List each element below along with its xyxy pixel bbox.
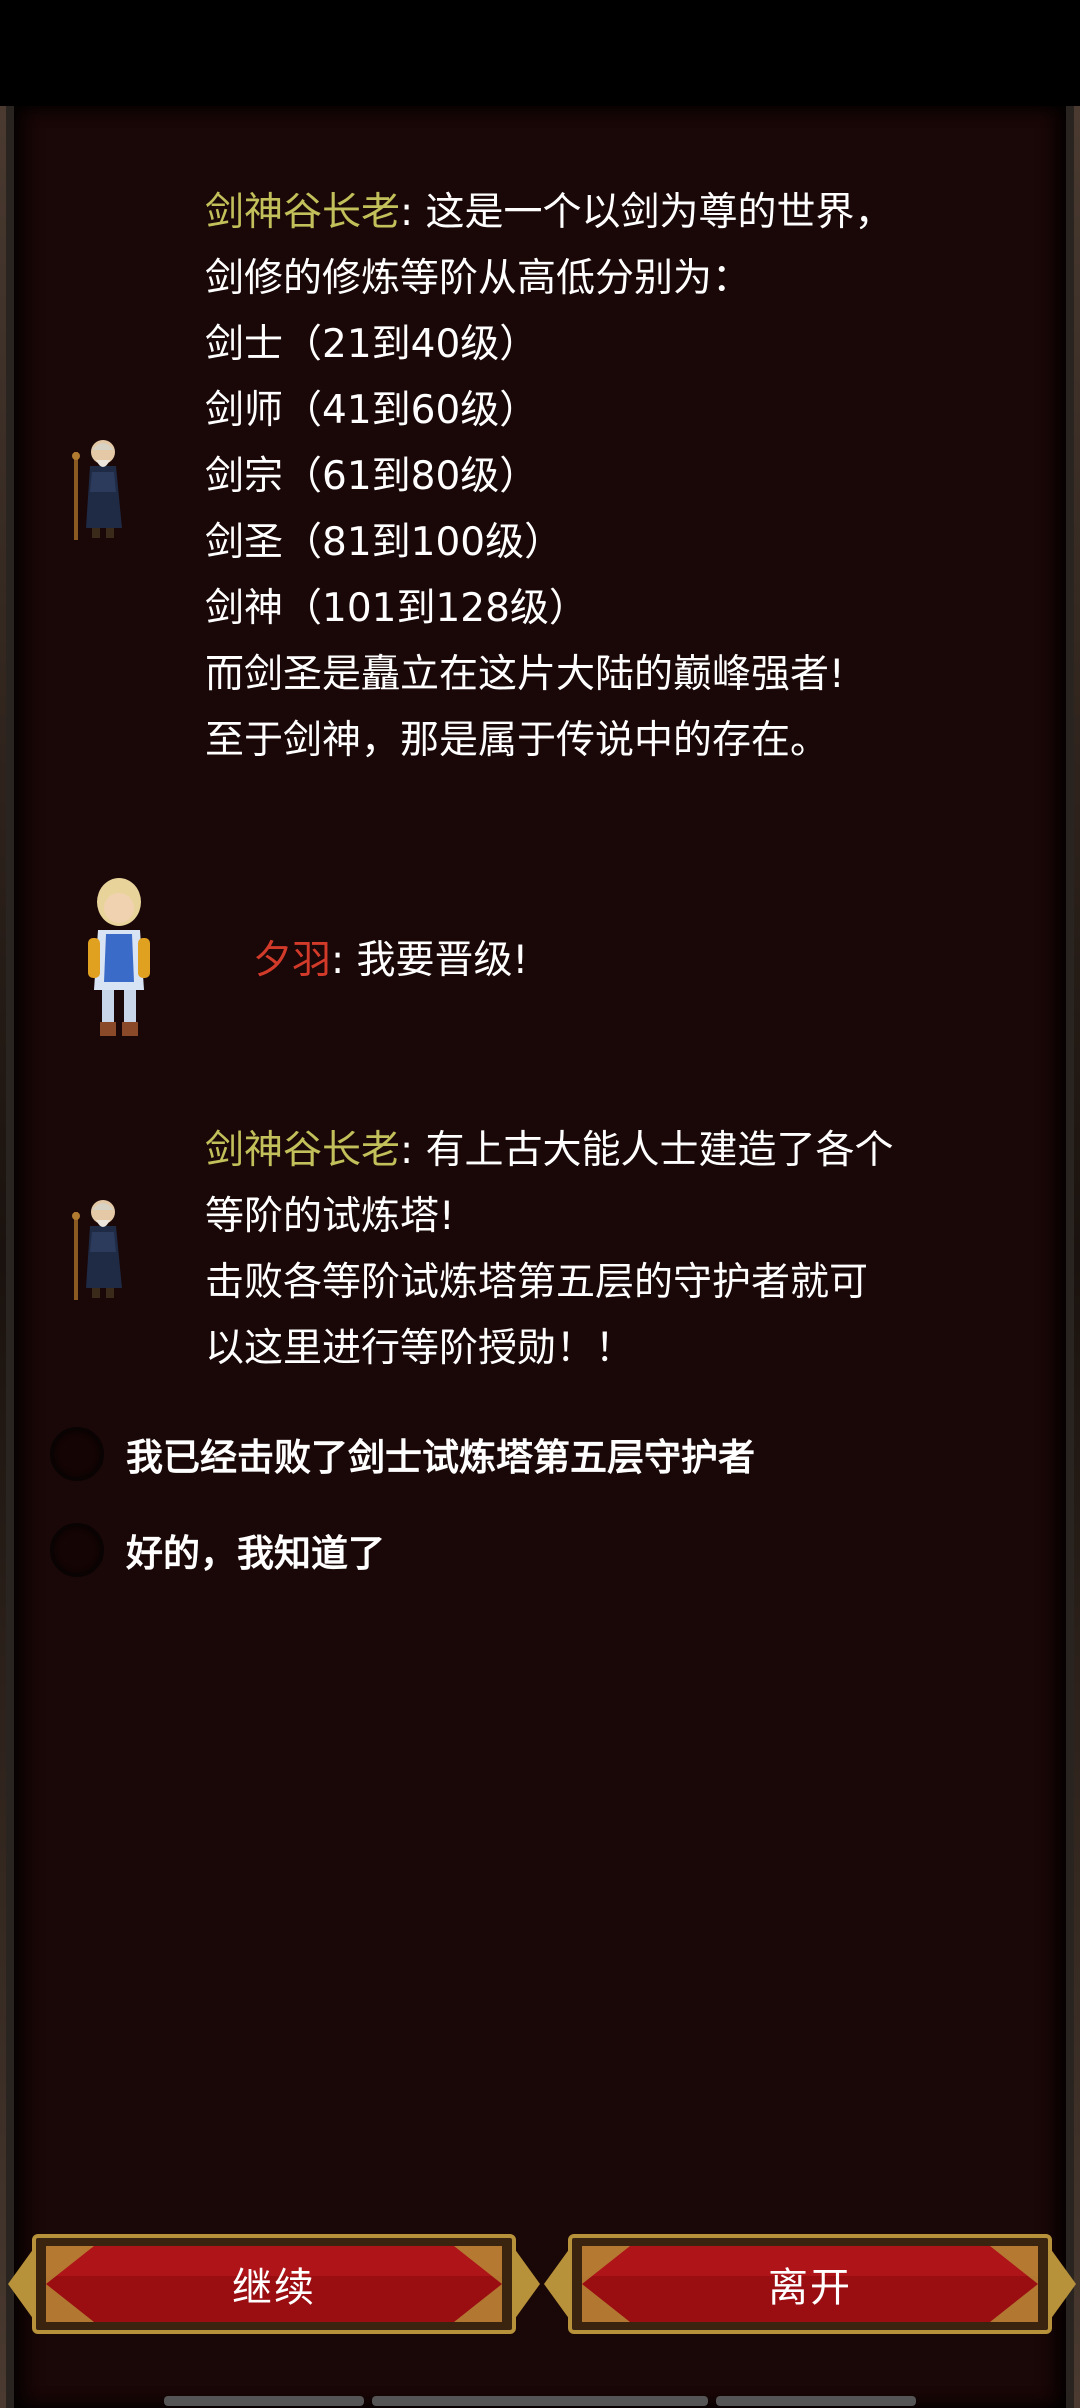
dialog-line: 以这里进行等阶授勋！！ <box>205 1326 635 1371</box>
npc-dialog-1: 剑神谷长老: 这是一个以剑为尊的世界， 剑修的修炼等阶从高低分别为： 剑士（21… <box>205 180 894 774</box>
dialog-line: 剑圣（81到100级） <box>205 520 564 565</box>
leave-button-label[interactable]: 离开 <box>768 2255 852 2313</box>
status-bar <box>0 0 1080 106</box>
npc-speaker-name: 剑神谷长老 <box>205 190 401 235</box>
dialog-option-understood[interactable]: 好的，我知道了 <box>50 1518 385 1582</box>
dialog-line: 剑师（41到60级） <box>205 388 539 433</box>
dialog-option-defeated-guardian[interactable]: 我已经击败了剑士试炼塔第五层守护者 <box>50 1422 755 1486</box>
option-radio-icon[interactable] <box>50 1427 104 1481</box>
nav-bar-segment <box>716 2396 916 2406</box>
dialog-line: : 有上古大能人士建造了各个 <box>400 1128 894 1173</box>
player-speaker-name: 夕羽 <box>253 938 332 983</box>
option-label[interactable]: 好的，我知道了 <box>126 1523 385 1577</box>
continue-button[interactable]: 继续 <box>8 2232 540 2336</box>
dialog-line: 击败各等阶试炼塔第五层的守护者就可 <box>205 1260 869 1305</box>
leave-button[interactable]: 离开 <box>544 2232 1076 2336</box>
npc-dialog-2: 剑神谷长老: 有上古大能人士建造了各个 等阶的试炼塔! 击败各等阶试炼塔第五层的… <box>205 1118 894 1382</box>
nav-bar-segment <box>164 2396 364 2406</box>
npc-speaker-name: 剑神谷长老 <box>205 1128 401 1173</box>
dialog-line: 剑士（21到40级） <box>205 322 539 367</box>
nav-bar-segment <box>372 2396 708 2406</box>
dialog-line: 至于剑神，那是属于传说中的存在。 <box>205 718 830 763</box>
elder-npc-icon <box>72 1200 122 1300</box>
dialog-line: 等阶的试炼塔! <box>205 1194 455 1239</box>
player-dialog: 夕羽: 我要晋级! <box>253 928 528 994</box>
continue-button-label[interactable]: 继续 <box>232 2255 316 2313</box>
dialog-line: 剑宗（61到80级） <box>205 454 539 499</box>
dialog-line: 而剑圣是矗立在这片大陆的巅峰强者! <box>205 652 845 697</box>
option-label[interactable]: 我已经击败了剑士试炼塔第五层守护者 <box>126 1427 755 1481</box>
player-character-icon <box>88 878 150 1036</box>
elder-npc-icon <box>72 440 122 540</box>
dialog-line: : 这是一个以剑为尊的世界， <box>400 190 894 235</box>
dialog-line: : 我要晋级! <box>331 938 529 983</box>
option-radio-icon[interactable] <box>50 1523 104 1577</box>
dialog-line: 剑神（101到128级） <box>205 586 588 631</box>
dialog-line: 剑修的修炼等阶从高低分别为： <box>205 256 752 301</box>
